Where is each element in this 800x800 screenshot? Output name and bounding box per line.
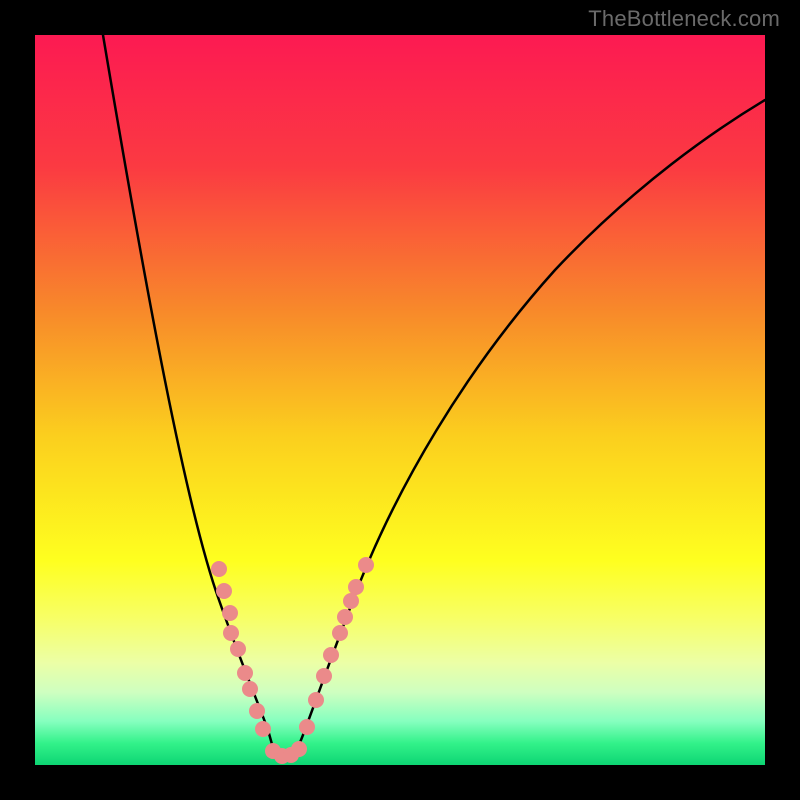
marker-dot bbox=[237, 665, 253, 681]
marker-dot bbox=[222, 605, 238, 621]
marker-dot bbox=[348, 579, 364, 595]
marker-dot bbox=[323, 647, 339, 663]
marker-dot bbox=[316, 668, 332, 684]
marker-dot bbox=[291, 741, 307, 757]
bottleneck-curve-right bbox=[295, 100, 765, 755]
marker-dot bbox=[216, 583, 232, 599]
chart-svg bbox=[35, 35, 765, 765]
watermark-text: TheBottleneck.com bbox=[588, 6, 780, 32]
marker-dot bbox=[223, 625, 239, 641]
marker-dot bbox=[242, 681, 258, 697]
marker-dot bbox=[211, 561, 227, 577]
marker-dot bbox=[332, 625, 348, 641]
bottleneck-curve-left bbox=[103, 35, 275, 755]
highlighted-markers bbox=[211, 557, 374, 764]
marker-dot bbox=[337, 609, 353, 625]
chart-plot-area bbox=[35, 35, 765, 765]
marker-dot bbox=[358, 557, 374, 573]
marker-dot bbox=[299, 719, 315, 735]
marker-dot bbox=[249, 703, 265, 719]
marker-dot bbox=[343, 593, 359, 609]
marker-dot bbox=[255, 721, 271, 737]
marker-dot bbox=[308, 692, 324, 708]
marker-dot bbox=[230, 641, 246, 657]
